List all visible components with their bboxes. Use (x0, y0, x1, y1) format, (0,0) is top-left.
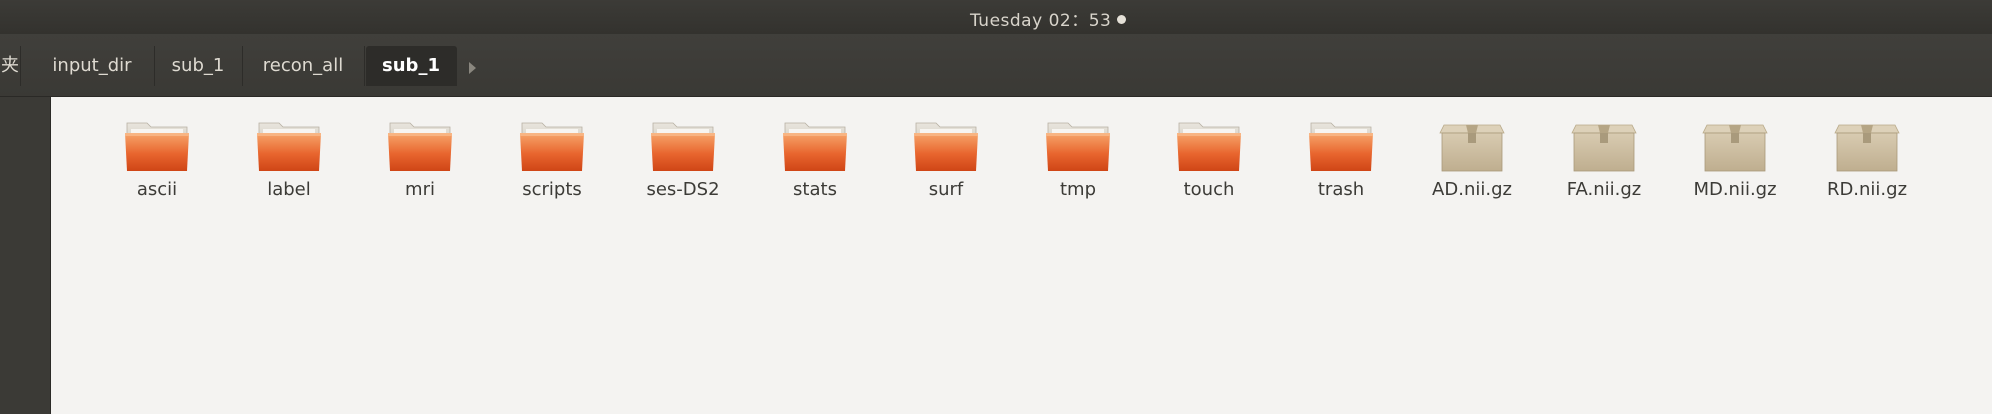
file-item[interactable]: ses-DS2 (623, 115, 743, 200)
folder-icon (386, 115, 454, 173)
file-name-label: tmp (1059, 179, 1097, 200)
file-item[interactable]: scripts (492, 115, 612, 200)
file-item[interactable]: surf (886, 115, 1006, 200)
file-item[interactable]: AD.nii.gz (1412, 115, 1532, 200)
breadcrumb-recon-all[interactable]: recon_all (242, 46, 365, 86)
file-name-label: FA.nii.gz (1566, 179, 1642, 200)
folder-icon (1307, 115, 1375, 173)
folder-icon (1044, 115, 1112, 173)
file-name-label: touch (1183, 179, 1235, 200)
file-item[interactable]: MD.nii.gz (1675, 115, 1795, 200)
file-name-label: stats (793, 179, 837, 200)
folder-icon (518, 115, 586, 173)
breadcrumb-input-dir[interactable]: input_dir (30, 46, 155, 86)
breadcrumb-sub-1[interactable]: sub_1 (154, 46, 243, 86)
file-name-label: ascii (136, 179, 178, 200)
file-item[interactable]: RD.nii.gz (1807, 115, 1927, 200)
file-name-label: RD.nii.gz (1826, 179, 1908, 200)
archive-icon (1570, 115, 1638, 173)
archive-icon (1833, 115, 1901, 173)
path-bar: 夹 input_dir sub_1 recon_all sub_1 (0, 34, 1992, 97)
file-name-label: MD.nii.gz (1693, 179, 1777, 200)
folder-icon (1175, 115, 1243, 173)
folder-icon (123, 115, 191, 173)
folder-icon (255, 115, 323, 173)
file-item[interactable]: stats (755, 115, 875, 200)
file-name-label: trash (1317, 179, 1365, 200)
notification-dot-icon (1117, 15, 1127, 24)
file-name-label: AD.nii.gz (1432, 179, 1512, 200)
breadcrumb-parent-folder[interactable]: 夹 (0, 46, 21, 86)
file-item[interactable]: trash (1281, 115, 1401, 200)
file-item[interactable]: tmp (1018, 115, 1138, 200)
top-panel: Tuesday 02：53 (0, 0, 1992, 34)
breadcrumb-current-sub-1[interactable]: sub_1 (366, 46, 457, 86)
file-name-label: scripts (522, 179, 582, 200)
file-view[interactable]: ascii label mri scripts ses-DS2 stats surf tmp t… (51, 97, 1992, 414)
file-name-label: surf (928, 179, 964, 200)
breadcrumb-next-arrow-icon[interactable] (469, 62, 476, 74)
folder-icon (781, 115, 849, 173)
archive-icon (1438, 115, 1506, 173)
file-item[interactable]: ascii (97, 115, 217, 200)
archive-icon (1701, 115, 1769, 173)
file-name-label: label (267, 179, 311, 200)
file-name-label: mri (405, 179, 435, 200)
sidebar (0, 97, 51, 414)
file-item[interactable]: FA.nii.gz (1544, 115, 1664, 200)
folder-icon (912, 115, 980, 173)
file-item[interactable]: mri (360, 115, 480, 200)
folder-icon (649, 115, 717, 173)
file-name-label: ses-DS2 (646, 179, 720, 200)
clock-indicator[interactable]: Tuesday 02：53 (970, 6, 1127, 31)
file-item[interactable]: touch (1149, 115, 1269, 200)
clock-text: Tuesday 02：53 (970, 11, 1112, 31)
file-item[interactable]: label (229, 115, 349, 200)
